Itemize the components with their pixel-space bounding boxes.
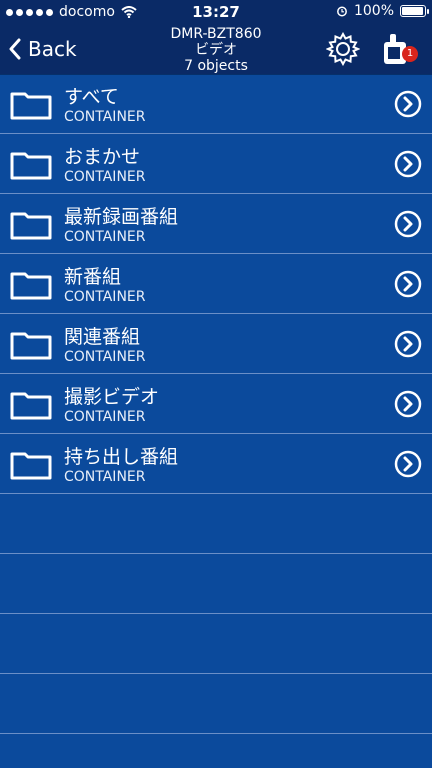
- folder-icon: [10, 272, 52, 300]
- folder-icon: [10, 92, 52, 120]
- list-item-type: CONTAINER: [64, 409, 146, 425]
- user-button[interactable]: 1: [382, 32, 418, 66]
- list-item[interactable]: 持ち出し番組 CONTAINER: [0, 434, 432, 494]
- list-item-type: CONTAINER: [64, 109, 146, 125]
- folder-icon: [10, 332, 52, 360]
- list-item[interactable]: 最新録画番組 CONTAINER: [0, 194, 432, 254]
- empty-row: [0, 614, 432, 674]
- object-count: 7 objects: [184, 58, 248, 74]
- empty-row: [0, 554, 432, 614]
- settings-button[interactable]: [325, 31, 361, 67]
- status-bar: docomo 13:27 100%: [0, 0, 432, 24]
- list-item-title: 持ち出し番組: [64, 446, 179, 468]
- list-item[interactable]: 撮影ビデオ CONTAINER: [0, 374, 432, 434]
- chevron-right-icon[interactable]: [394, 150, 422, 178]
- list-item[interactable]: 新番組 CONTAINER: [0, 254, 432, 314]
- battery-icon: [400, 5, 429, 17]
- chevron-right-icon[interactable]: [394, 90, 422, 118]
- list-item[interactable]: すべて CONTAINER: [0, 74, 432, 134]
- folder-icon: [10, 392, 52, 420]
- chevron-right-icon[interactable]: [394, 390, 422, 418]
- folder-name: ビデオ: [195, 42, 237, 58]
- list-item-type: CONTAINER: [64, 229, 146, 245]
- list-item-title: 関連番組: [64, 326, 141, 348]
- list-item-type: CONTAINER: [64, 469, 146, 485]
- chevron-right-icon[interactable]: [394, 210, 422, 238]
- list-item-title: 撮影ビデオ: [64, 386, 160, 408]
- navigation-bar: Back DMR-BZT860 ビデオ 7 objects 1: [0, 24, 432, 75]
- chevron-right-icon[interactable]: [394, 330, 422, 358]
- list-item-type: CONTAINER: [64, 349, 146, 365]
- folder-icon: [10, 152, 52, 180]
- battery-percent: 100%: [353, 3, 394, 19]
- list-item-title: 新番組: [64, 266, 122, 288]
- alarm-icon: [337, 6, 347, 17]
- gear-icon: [325, 31, 361, 67]
- list-item[interactable]: おまかせ CONTAINER: [0, 134, 432, 194]
- empty-row: [0, 494, 432, 554]
- list-item-title: おまかせ: [64, 146, 141, 168]
- folder-icon: [10, 452, 52, 480]
- status-right: 100%: [336, 3, 429, 19]
- list-item[interactable]: 関連番組 CONTAINER: [0, 314, 432, 374]
- notification-badge: 1: [402, 46, 418, 62]
- chevron-right-icon[interactable]: [394, 270, 422, 298]
- folder-icon: [10, 212, 52, 240]
- device-name: DMR-BZT860: [170, 26, 262, 42]
- empty-row: [0, 674, 432, 734]
- page-title: DMR-BZT860 ビデオ 7 objects: [0, 26, 432, 74]
- list-item-title: すべて: [64, 86, 119, 108]
- list-item-type: CONTAINER: [64, 169, 146, 185]
- list-item-title: 最新録画番組: [64, 206, 179, 228]
- chevron-right-icon[interactable]: [394, 450, 422, 478]
- battery-fill: [402, 7, 423, 15]
- list-item-type: CONTAINER: [64, 289, 146, 305]
